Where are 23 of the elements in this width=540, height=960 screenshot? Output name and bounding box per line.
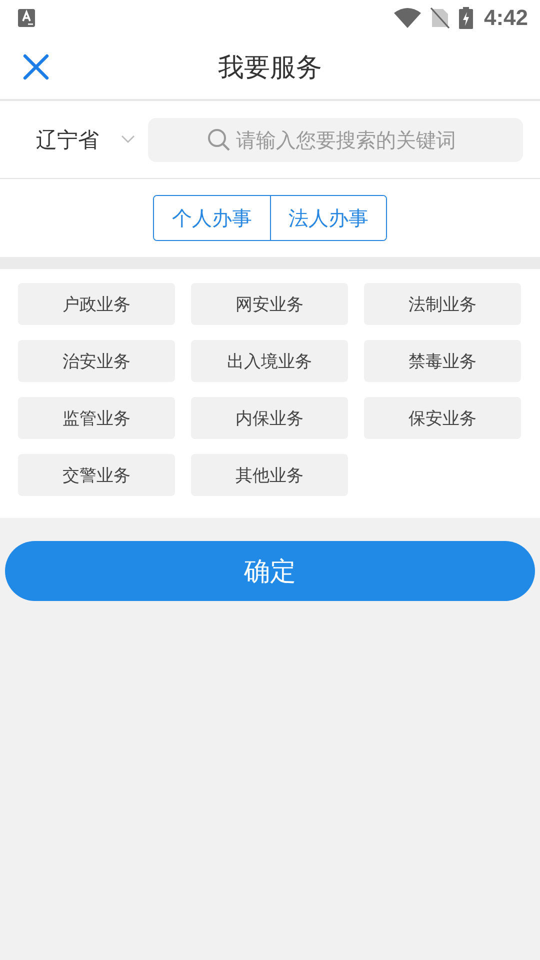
service-item[interactable]: 户政业务 xyxy=(18,283,175,325)
service-item[interactable]: 出入境业务 xyxy=(191,340,348,382)
service-item[interactable]: 内保业务 xyxy=(191,397,348,439)
search-field[interactable]: 请输入您要搜索的关键词 xyxy=(148,118,523,162)
wifi-icon xyxy=(394,8,421,28)
tab[interactable]: 法人办事 xyxy=(270,196,386,240)
service-item[interactable]: 禁毒业务 xyxy=(364,340,521,382)
service-item[interactable]: 法制业务 xyxy=(364,283,521,325)
keyboard-icon xyxy=(18,9,35,27)
status-time: 4:42 xyxy=(484,5,528,31)
service-item[interactable]: 网安业务 xyxy=(191,283,348,325)
service-item[interactable]: 治安业务 xyxy=(18,340,175,382)
confirm-button[interactable]: 确定 xyxy=(5,541,535,601)
page-title: 我要服务 xyxy=(218,52,322,85)
close-icon[interactable] xyxy=(23,54,49,80)
service-item[interactable]: 监管业务 xyxy=(18,397,175,439)
service-item[interactable]: 其他业务 xyxy=(191,454,348,496)
battery-icon xyxy=(458,7,473,29)
region-dropdown[interactable]: 辽宁省 xyxy=(26,120,109,160)
service-item[interactable]: 交警业务 xyxy=(18,454,175,496)
no-sim-icon xyxy=(430,7,450,29)
search-icon xyxy=(207,128,231,152)
service-item[interactable]: 保安业务 xyxy=(364,397,521,439)
